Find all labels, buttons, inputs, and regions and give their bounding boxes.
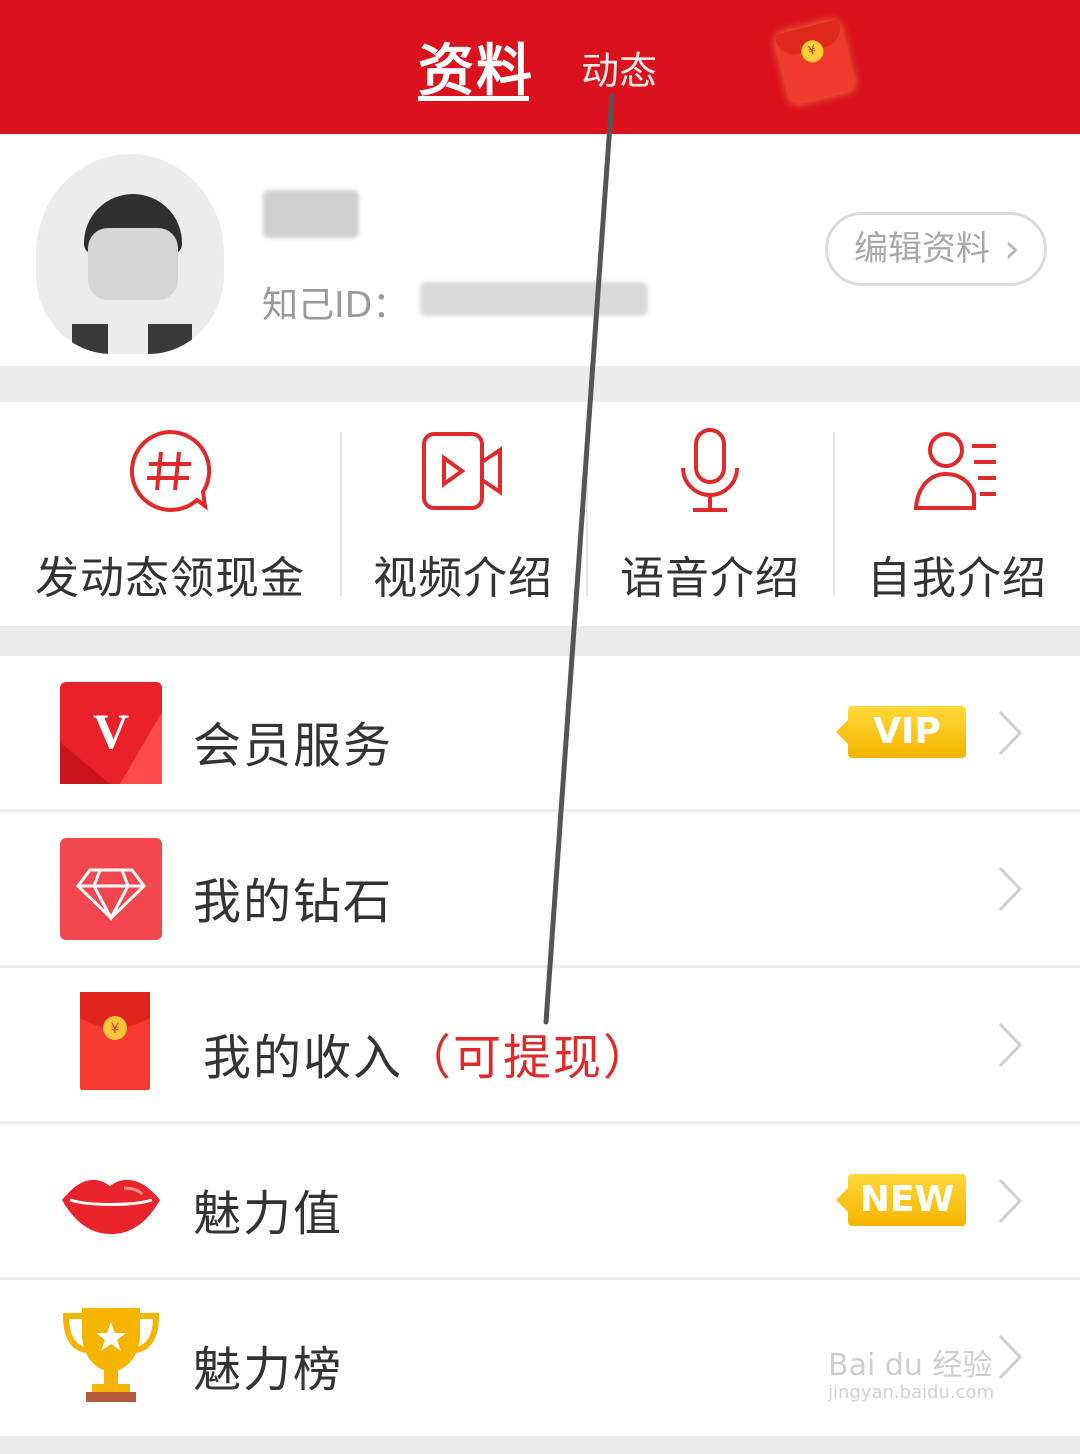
tab-moments[interactable]: 动态 bbox=[581, 40, 657, 95]
action-label: 语音介绍 bbox=[620, 553, 800, 604]
user-name-blurred bbox=[263, 190, 359, 238]
action-label: 视频介绍 bbox=[373, 553, 553, 604]
income-label: 我的收入 bbox=[203, 1030, 404, 1086]
user-id-blurred bbox=[420, 282, 648, 316]
action-label: 发动态领现金 bbox=[35, 553, 305, 604]
menu-label: 我的钻石 bbox=[193, 874, 394, 930]
menu-label: 会员服务 bbox=[193, 718, 394, 774]
action-voice-intro[interactable]: 语音介绍 bbox=[575, 402, 845, 626]
chevron-right-icon bbox=[998, 1334, 1023, 1380]
vip-badge: VIP bbox=[836, 706, 966, 758]
menu-label: 我的收入（可提现） bbox=[203, 1018, 653, 1088]
microphone-icon bbox=[681, 428, 739, 512]
avatar-blur-block bbox=[72, 324, 108, 354]
chevron-right-icon bbox=[998, 710, 1023, 756]
profile-list-icon bbox=[913, 432, 996, 510]
video-camera-icon bbox=[422, 432, 502, 510]
menu-item-charm[interactable]: 魅力值 NEW bbox=[0, 1124, 1080, 1280]
trophy-icon bbox=[62, 1308, 160, 1402]
watermark-url: jingyan.baidu.com bbox=[828, 1382, 995, 1403]
active-tab-indicator bbox=[418, 96, 529, 101]
avatar-face bbox=[88, 228, 178, 300]
hashtag-chat-icon bbox=[129, 429, 212, 512]
watermark-text: Bai du 经验 bbox=[828, 1348, 993, 1383]
baidu-watermark: Bai du 经验 jingyan.baidu.com bbox=[828, 1340, 994, 1403]
edit-profile-button[interactable]: 编辑资料 › bbox=[825, 212, 1047, 286]
edit-profile-label: 编辑资料 bbox=[854, 229, 990, 269]
action-label: 自我介绍 bbox=[867, 553, 1047, 604]
user-id-label: 知己ID： bbox=[262, 285, 409, 326]
chevron-right-icon bbox=[998, 1022, 1023, 1068]
action-video-intro[interactable]: 视频介绍 bbox=[328, 402, 598, 626]
menu-item-income[interactable]: ¥ 我的收入（可提现） bbox=[0, 968, 1080, 1124]
chevron-right-icon bbox=[998, 1178, 1023, 1224]
menu-label: 魅力值 bbox=[193, 1186, 344, 1242]
new-badge: NEW bbox=[836, 1174, 966, 1226]
lips-icon bbox=[62, 1179, 160, 1234]
menu-item-diamond[interactable]: 我的钻石 bbox=[0, 812, 1080, 968]
menu-item-vip[interactable]: V 会员服务 VIP bbox=[0, 656, 1080, 812]
svg-text:¥: ¥ bbox=[111, 1021, 120, 1037]
avatar-blur-block bbox=[148, 324, 192, 354]
profile-card: 知己ID： 编辑资料 › bbox=[0, 134, 1080, 366]
action-self-intro[interactable]: 自我介绍 bbox=[822, 402, 1080, 626]
menu-list: V 会员服务 VIP 我的钻石 ¥ 我的收入（可提现） 魅力值 NEW 魅力榜 bbox=[0, 656, 1080, 1436]
tab-profile[interactable]: 资料 bbox=[418, 26, 534, 107]
avatar[interactable] bbox=[36, 154, 224, 354]
action-post-moment[interactable]: 发动态领现金 bbox=[35, 402, 305, 626]
red-envelope-icon[interactable]: ¥ bbox=[774, 19, 856, 105]
vip-v-icon: V bbox=[60, 682, 162, 784]
svg-text:V: V bbox=[93, 703, 129, 759]
red-envelope-icon: ¥ bbox=[80, 992, 150, 1090]
top-bar: 资料 动态 ¥ bbox=[0, 0, 1080, 134]
diamond-icon bbox=[60, 838, 162, 940]
chevron-right-icon: › bbox=[1004, 226, 1020, 272]
quick-actions: 发动态领现金 视频介绍 语音介绍 自我介绍 bbox=[0, 402, 1080, 626]
menu-label: 魅力榜 bbox=[193, 1342, 344, 1398]
withdrawable-hint: （可提现） bbox=[403, 1030, 654, 1086]
chevron-right-icon bbox=[998, 866, 1023, 912]
